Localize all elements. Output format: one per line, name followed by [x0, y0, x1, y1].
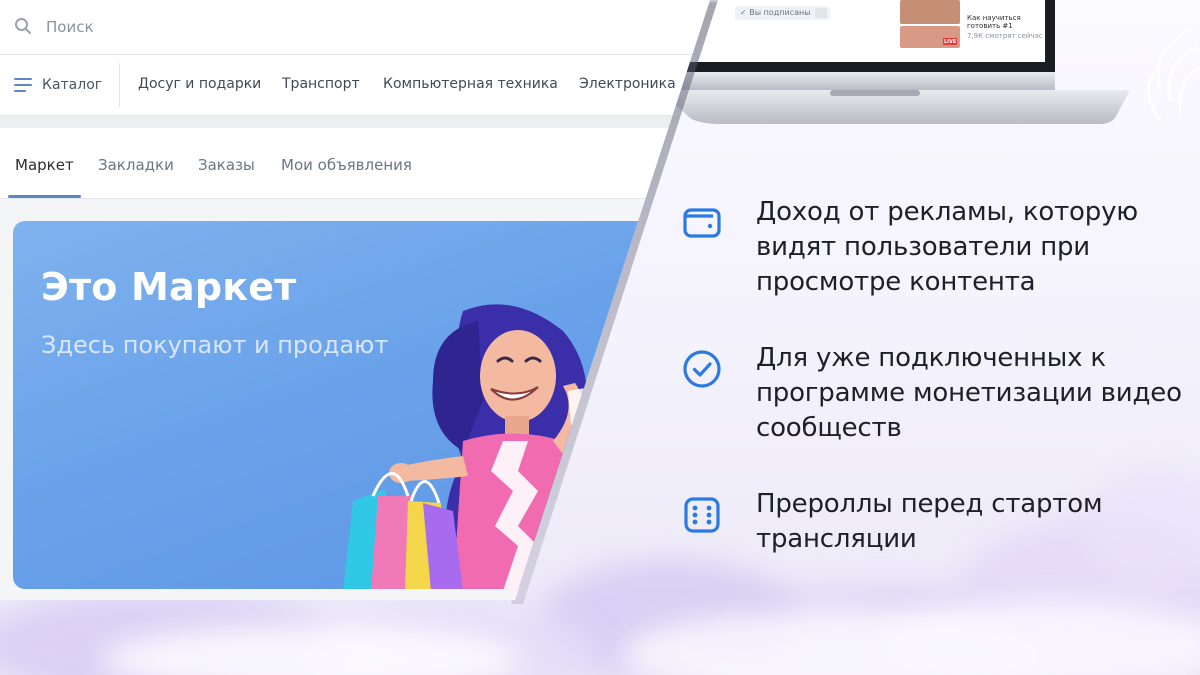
wing-logo-icon	[1146, 28, 1200, 122]
check-mini-icon: ✓	[740, 8, 747, 17]
catalog-item-computers[interactable]: Компьютерная техника	[383, 76, 558, 92]
catalog-bar: Каталог Досуг и подарки Транспорт Компью…	[0, 55, 710, 116]
laptop-video-info: Как научиться готовить #1 Кулинарные кур…	[967, 14, 1047, 40]
check-circle-icon	[683, 350, 721, 388]
active-tab-indicator	[8, 195, 81, 198]
tab-bookmarks[interactable]: Закладки	[98, 156, 174, 174]
tab-orders[interactable]: Заказы	[198, 156, 255, 174]
feature-text-prerolls: Прероллы перед стартом трансляции	[756, 489, 1103, 554]
catalog-item-transport[interactable]: Транспорт	[282, 76, 360, 92]
subscribed-label: Вы подписаны	[749, 8, 811, 17]
search-input[interactable]	[44, 14, 448, 40]
catalog-button[interactable]: Каталог	[14, 73, 102, 97]
laptop-screen-text: ✓ Вы подписаны	[740, 8, 811, 17]
banner-title: Это Маркет	[41, 265, 297, 309]
video-title: Как научиться готовить #1 Кулинарные кур…	[967, 14, 1044, 31]
tab-market[interactable]: Маркет	[15, 156, 74, 174]
feature-text-ads: Доход от рекламы, которую видят пользова…	[756, 197, 1138, 297]
tab-my-listings[interactable]: Мои объявления	[281, 156, 412, 174]
tabs-bar: Маркет Закладки Заказы Мои объявления	[0, 128, 710, 199]
section-gap	[0, 116, 710, 128]
feature-text-monetization: Для уже подключенных к программе монетиз…	[756, 343, 1182, 443]
video-views: 7,9К смотрят сейчас	[967, 32, 1043, 40]
catalog-item-electronics[interactable]: Электроника	[579, 76, 676, 92]
catalog-divider	[119, 63, 120, 107]
dice-icon	[684, 497, 720, 533]
catalog-label: Каталог	[42, 77, 103, 93]
wallet-icon	[683, 208, 721, 238]
promo-slide: ✓ Вы подписаны Как научиться готовить #1…	[0, 0, 1200, 675]
menu-icon	[14, 78, 32, 92]
laptop-mockup	[660, 0, 1130, 124]
search-icon	[15, 18, 31, 34]
catalog-item-leisure[interactable]: Досуг и подарки	[138, 76, 261, 92]
live-badge: LIVE	[944, 39, 957, 45]
search-bar	[0, 0, 710, 55]
